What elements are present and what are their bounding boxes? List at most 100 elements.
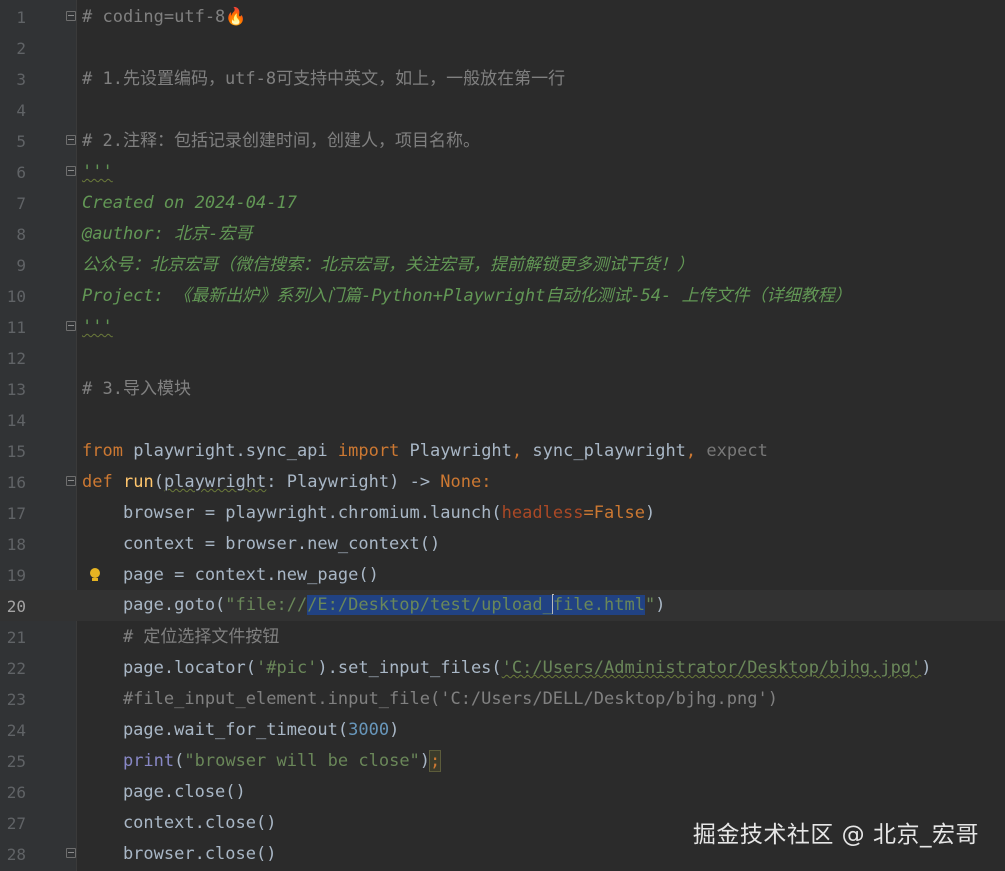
comment: #file_input_element.input_file('C:/Users… [82,689,778,709]
line-number[interactable]: 14 [0,405,26,436]
code-editor[interactable]: 1 2 3 4 5 6 7 8 9 10 11 12 13 14 15 16 17 18 19 20 21 22 23 24 2… [0,0,1005,871]
fold-marker-line-28[interactable] [66,848,76,858]
code-line-20[interactable]: page.goto("file:///E:/Desktop/test/uploa… [82,590,665,621]
string-literal: 'C:/Users/Administrator/Desktop/bjhg.jpg… [501,658,922,678]
code-line-27[interactable]: context.close() [82,808,277,839]
line-number[interactable]: 27 [0,808,26,839]
line-number[interactable]: 10 [0,281,26,312]
keyword-from: from [82,441,123,461]
code-line-21[interactable]: # 定位选择文件按钮 [82,622,279,653]
code-text: page = context.new_page() [82,565,379,585]
code-line-17[interactable]: browser = playwright.chromium.launch(hea… [82,498,655,529]
signature-rest: : Playwright) -> [266,472,441,492]
code-line-19[interactable]: page = context.new_page() [82,560,379,591]
line-number[interactable]: 28 [0,839,26,870]
docstring-text: 公众号：北京宏哥（微信搜索：北京宏哥，关注宏哥，提前解锁更多测试干货！） [82,255,694,275]
code-line-16[interactable]: def run(playwright: Playwright) -> None: [82,467,492,498]
keyword-def: def [82,472,113,492]
code-line-3[interactable]: # 1.先设置编码，utf-8可支持中英文，如上，一般放在第一行 [82,64,565,95]
line-number[interactable]: 19 [0,560,26,591]
import-name: sync_playwright [522,441,686,461]
code-line-15[interactable]: from playwright.sync_api import Playwrig… [82,436,768,467]
line-number[interactable]: 7 [0,188,26,219]
line-number[interactable]: 21 [0,622,26,653]
comma: , [685,441,697,461]
code-text: context = browser.new_context() [82,534,441,554]
code-line-1[interactable]: # coding=utf-8🔥 [82,2,246,33]
line-number[interactable]: 3 [0,64,26,95]
string-suffix: " [644,595,656,615]
fold-marker-line-11[interactable] [66,321,76,331]
docstring-close: ''' [82,317,113,337]
line-number[interactable]: 26 [0,777,26,808]
code-text: page.wait_for_timeout( [82,720,349,740]
line-number[interactable]: 25 [0,746,26,777]
line-number[interactable]: 18 [0,529,26,560]
code-text: page.goto( [82,595,226,615]
code-line-7[interactable]: Created on 2024-04-17 [82,188,297,219]
code-line-22[interactable]: page.locator('#pic').set_input_files('C:… [82,653,932,684]
line-number[interactable]: 6 [0,157,26,188]
line-number[interactable]: 12 [0,343,26,374]
parameter-name: playwright [163,472,267,492]
code-line-6[interactable]: ''' [82,157,113,188]
comment: # coding=utf-8 [82,7,226,27]
selected-text: file.html [552,595,645,615]
paren: ) [655,595,666,615]
line-number[interactable]: 13 [0,374,26,405]
line-number[interactable]: 8 [0,219,26,250]
line-number[interactable]: 24 [0,715,26,746]
paren: ( [153,472,164,492]
code-line-26[interactable]: page.close() [82,777,246,808]
watermark: 掘金技术社区 @ 北京_宏哥 [692,822,979,848]
code-line-13[interactable]: # 3.导入模块 [82,374,191,405]
code-text: page.close() [82,782,246,802]
module-name: playwright.sync_api [122,441,338,461]
docstring-text: Project: 《最新出炉》系列入门篇-Python+Playwright自动… [82,286,852,306]
code-line-28[interactable]: browser.close() [82,839,277,870]
paren: ) [644,503,656,523]
fold-marker-line-1[interactable] [66,11,76,21]
selected-text: /E:/Desktop/test/upload_ [307,595,553,615]
string-prefix: "file:// [225,595,308,615]
paren: ) [419,751,431,771]
line-number[interactable]: 17 [0,498,26,529]
docstring-text: Created on 2024-04-17 [82,193,297,213]
fold-marker-line-16[interactable] [66,476,76,486]
line-number[interactable]: 20 [0,591,26,622]
code-line-8[interactable]: @author: 北京-宏哥 [82,219,252,250]
keyword-none: None [440,472,482,492]
paren: ( [174,751,185,771]
line-number[interactable]: 4 [0,95,26,126]
code-line-24[interactable]: page.wait_for_timeout(3000) [82,715,399,746]
line-number[interactable]: 9 [0,250,26,281]
line-number[interactable]: 5 [0,126,26,157]
code-line-25[interactable]: print("browser will be close"); [82,746,442,777]
line-number[interactable]: 23 [0,684,26,715]
line-number[interactable]: 2 [0,33,26,64]
fold-marker-line-5[interactable] [66,135,76,145]
code-line-11[interactable]: ''' [82,312,113,343]
line-number[interactable]: 15 [0,436,26,467]
code-text: browser = playwright.chromium.launch( [82,503,502,523]
string-literal: '#pic' [256,658,318,678]
keyword-import: import [337,441,400,461]
code-line-5[interactable]: # 2.注释：包括记录创建时间，创建人，项目名称。 [82,126,480,157]
kwarg-name: headless [501,503,584,523]
line-number[interactable]: 11 [0,312,26,343]
code-line-23[interactable]: #file_input_element.input_file('C:/Users… [82,684,778,715]
equals: = [583,503,594,523]
line-number[interactable]: 16 [0,467,26,498]
code-line-10[interactable]: Project: 《最新出炉》系列入门篇-Python+Playwright自动… [82,281,852,312]
semicolon-warning[interactable]: ; [429,750,442,772]
code-line-18[interactable]: context = browser.new_context() [82,529,440,560]
fold-marker-line-6[interactable] [66,166,76,176]
comment: # 1.先设置编码，utf-8可支持中英文，如上，一般放在第一行 [82,69,566,89]
line-number[interactable]: 1 [0,2,26,33]
line-number[interactable]: 22 [0,653,26,684]
code-line-9[interactable]: 公众号：北京宏哥（微信搜索：北京宏哥，关注宏哥，提前解锁更多测试干货！） [82,250,694,281]
comma: , [511,441,523,461]
code-text: browser.close() [82,844,277,864]
